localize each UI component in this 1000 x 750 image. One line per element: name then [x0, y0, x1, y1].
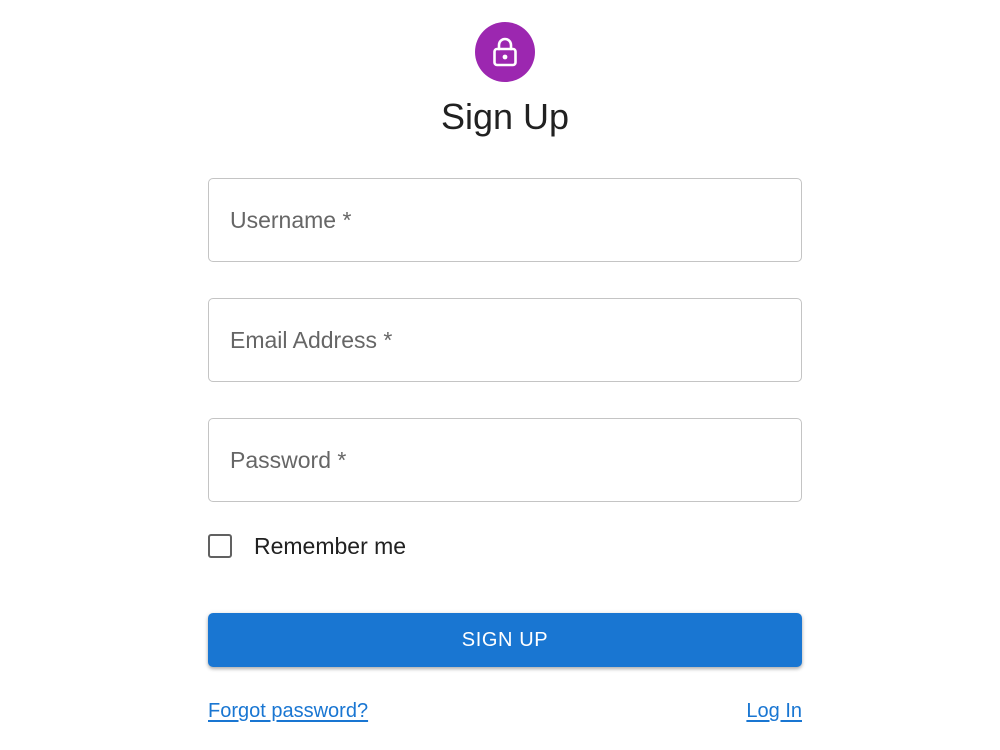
sign-up-page: Sign Up Remember me SIGN UP Forgot passw…: [0, 0, 1000, 750]
remember-me-control[interactable]: Remember me: [208, 530, 406, 562]
page-title: Sign Up: [440, 96, 570, 137]
username-input[interactable]: [209, 179, 801, 261]
username-field[interactable]: [208, 178, 802, 262]
password-field[interactable]: [208, 418, 802, 502]
email-field[interactable]: [208, 298, 802, 382]
log-in-link[interactable]: Log In: [746, 698, 802, 724]
password-input[interactable]: [209, 419, 801, 501]
sign-up-button[interactable]: SIGN UP: [208, 613, 802, 667]
lock-icon: [493, 37, 517, 67]
forgot-password-link[interactable]: Forgot password?: [208, 698, 368, 724]
email-input[interactable]: [209, 299, 801, 381]
lock-avatar: [475, 22, 535, 82]
remember-me-checkbox[interactable]: [208, 534, 232, 558]
remember-me-label: Remember me: [254, 532, 407, 559]
